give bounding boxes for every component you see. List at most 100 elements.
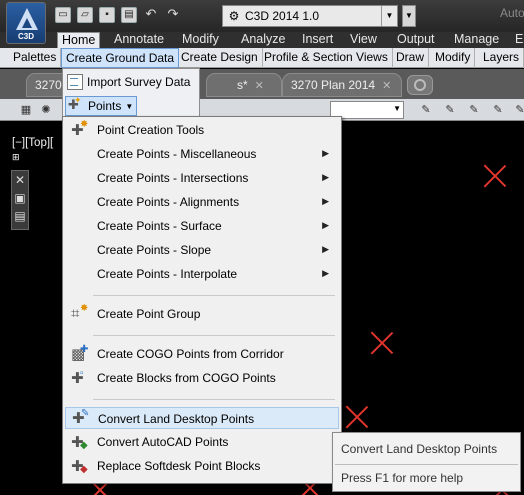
menu-item-cogo-from-corridor[interactable]: ▩ ✚ Create COGO Points from Corridor [65,343,339,365]
blocks-from-points-icon: ✚ ▫ [71,368,84,387]
autocad-points-icon: ✚ ◆ [71,434,88,451]
tooltip-help: Press F1 for more help [341,471,464,485]
menu-item-label: Create Points - Interpolate [97,267,238,281]
tab-home[interactable]: Home [57,32,101,49]
panel-draw[interactable]: Draw [392,48,430,68]
toolbar-icon[interactable]: ▦ [18,102,34,118]
menu-item-label: Convert Land Desktop Points [98,412,255,426]
redo-icon[interactable]: ↷ [165,7,181,23]
tab-output[interactable]: Output [397,32,435,48]
menu-separator [93,335,335,336]
tab-overflow[interactable]: E [515,32,523,48]
close-icon[interactable]: ✕ [382,80,391,92]
tab-analyze[interactable]: Analyze [241,32,285,48]
toolbar-icon[interactable]: ✎ [490,102,506,118]
menu-item-convert-land-desktop[interactable]: ✚ ✎ Convert Land Desktop Points [65,407,339,429]
submenu-arrow-icon: ▶ [322,220,329,230]
open-file-icon[interactable]: ▱ [77,7,93,23]
menu-separator [93,399,335,400]
panel-profile-section-views[interactable]: Profile & Section Views [260,48,393,68]
points-icon [68,95,84,114]
tooltip-title: Convert Land Desktop Points [341,442,498,456]
qat-overflow-button[interactable]: ▼ [402,5,416,27]
submenu-arrow-icon: ▶ [322,268,329,278]
menu-item-replace-softdesk[interactable]: ✚ ◆ Replace Softdesk Point Blocks [65,455,339,477]
menu-item-points-interpolate[interactable]: Create Points - Interpolate ▶ [65,263,339,285]
toolbar-icon[interactable]: ✎ [512,102,524,118]
points-menu-button[interactable]: Points ▼ [65,95,137,116]
chevron-down-icon[interactable]: ▼ [381,6,397,26]
menu-item-convert-autocad[interactable]: ✚ ◆ Convert AutoCAD Points [65,431,339,453]
ribbon-tab-bar: Home Annotate Modify Analyze Insert View… [0,32,524,49]
menu-item-points-miscellaneous[interactable]: Create Points - Miscellaneous ▶ [65,143,339,165]
menu-item-label: Create Points - Miscellaneous [97,147,257,161]
menu-item-label: Create Points - Intersections [97,171,249,185]
menu-item-label: Create Points - Slope [97,243,212,257]
doc-tab-label: 3270 Plan 2014 [291,78,376,92]
tab-view[interactable]: View [350,32,377,48]
tooltip: Convert Land Desktop Points Press F1 for… [332,432,521,492]
menu-item-points-slope[interactable]: Create Points - Slope ▶ [65,239,339,261]
panel-layers[interactable]: Layers [479,48,524,68]
new-file-icon[interactable]: ▭ [55,7,71,23]
point-creation-tools-icon: ✚ ✸ [71,119,89,139]
lightbulb-icon[interactable]: ✺ [38,102,54,118]
doc-tab[interactable]: 3270 Plan 2014 ✕ [282,73,402,97]
import-survey-label: Import Survey Data [87,75,191,89]
tab-annotate[interactable]: Annotate [114,32,164,48]
menu-item-label: Replace Softdesk Point Blocks [97,459,261,473]
application-menu-button[interactable]: C3D [6,2,46,44]
menu-item-point-creation-tools[interactable]: ✚ ✸ Point Creation Tools [65,119,339,141]
drawing-mark [483,164,507,188]
ribbon-panel-bar: Palettes Create Ground Data Create Desig… [0,48,524,68]
corridor-points-icon: ▩ ✚ [71,344,89,363]
softdesk-blocks-icon: ✚ ◆ [71,458,88,475]
doc-tab-label: 3270 [35,78,62,92]
point-group-icon: ⌗ ✸ [71,303,89,322]
menu-item-create-point-group[interactable]: ⌗ ✸ Create Point Group [65,303,339,325]
new-drawing-tab-button[interactable] [407,75,433,95]
quick-access-toolbar: ▭ ▱ ▪ ▤ ↶ ↷ [55,7,181,23]
toolbar-icon[interactable]: ✎ [418,102,434,118]
undo-icon[interactable]: ↶ [143,7,159,23]
ucs-icon: ⊞ [12,152,20,162]
menu-item-label: Create Blocks from COGO Points [97,371,276,385]
close-icon[interactable]: ✕ [255,80,264,92]
doc-tab-active[interactable]: s* ✕ [206,73,282,97]
menu-item-points-surface[interactable]: Create Points - Surface ▶ [65,215,339,237]
doc-tab-label: s* [237,78,248,92]
panel-modify[interactable]: Modify [431,48,476,68]
land-desktop-points-icon: ✚ ✎ [72,408,90,427]
points-label: Points [88,99,122,113]
tab-insert[interactable]: Insert [302,32,333,48]
save-icon[interactable]: ▪ [99,7,115,23]
submenu-arrow-icon: ▶ [322,196,329,206]
toolbar-icon[interactable]: ✎ [466,102,482,118]
menu-item-label: Point Creation Tools [97,123,205,137]
menu-item-blocks-from-cogo[interactable]: ✚ ▫ Create Blocks from COGO Points [65,367,339,389]
panel-create-design[interactable]: Create Design [177,48,263,68]
properties-icon[interactable]: ▤ [12,207,28,225]
palette-sidebar: ✕ ▣ ▤ [11,170,29,230]
title-bar: ▭ ▱ ▪ ▤ ↶ ↷ ⚙ C3D 2014 1.0 ▼ ▼ Auto [0,0,524,32]
close-icon[interactable]: ✕ [12,171,28,189]
panel-create-ground-data[interactable]: Create Ground Data [61,48,180,68]
tab-manage[interactable]: Manage [454,32,499,48]
chevron-down-icon: ▼ [125,101,134,111]
toolbar-icon[interactable]: ✎ [442,102,458,118]
menu-item-points-alignments[interactable]: Create Points - Alignments ▶ [65,191,339,213]
import-survey-icon [67,74,83,90]
menu-item-label: Create Point Group [97,307,201,321]
menu-item-label: Create Points - Surface [97,219,222,233]
tab-modify[interactable]: Modify [182,32,219,48]
viewport-controls[interactable]: [−][Top][ [12,137,53,149]
panel-palettes[interactable]: Palettes [9,48,62,68]
menu-item-points-intersections[interactable]: Create Points - Intersections ▶ [65,167,339,189]
workspace-selector[interactable]: ⚙ C3D 2014 1.0 ▼ [222,5,398,27]
menu-item-label: Convert AutoCAD Points [97,435,229,449]
print-icon[interactable]: ▤ [121,7,137,23]
menu-separator [93,295,335,296]
expand-icon[interactable]: ▣ [12,189,28,207]
import-survey-data-item[interactable]: Import Survey Data [65,72,190,92]
submenu-arrow-icon: ▶ [322,244,329,254]
